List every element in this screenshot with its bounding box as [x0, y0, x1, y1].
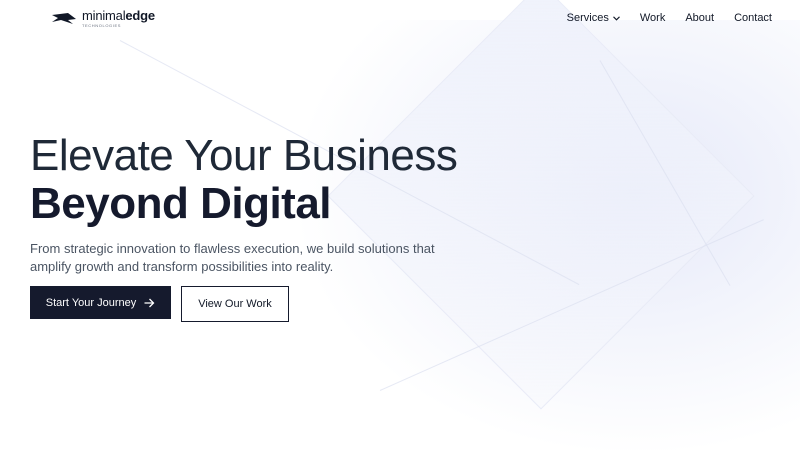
- arrow-right-icon: [144, 298, 155, 307]
- logo-text: minimaledge TECHNOLOGIES: [82, 9, 155, 28]
- page: minimaledge TECHNOLOGIES Services Work A…: [0, 0, 800, 450]
- hero-title-line-1: Elevate Your Business: [30, 131, 458, 180]
- chevron-down-icon: [612, 15, 620, 21]
- start-journey-button[interactable]: Start Your Journey: [30, 286, 171, 319]
- start-journey-label: Start Your Journey: [45, 296, 137, 309]
- site-header: minimaledge TECHNOLOGIES Services Work A…: [0, 0, 800, 38]
- nav-item-work[interactable]: Work: [640, 12, 665, 24]
- nav-item-label: Work: [639, 12, 666, 24]
- nav-item-about[interactable]: About: [685, 12, 714, 24]
- nav-item-services[interactable]: Services: [567, 12, 620, 24]
- nav-item-label: About: [685, 12, 715, 24]
- logo-wordmark: minimaledge: [82, 9, 155, 22]
- logo-word-bold: edge: [125, 8, 155, 23]
- nav-item-label: Services: [566, 12, 609, 24]
- main-nav: Services Work About Contact: [567, 12, 772, 24]
- hero-description: From strategic innovation to flawless ex…: [30, 241, 435, 274]
- hero-section: Elevate Your Business Beyond Digital Fro…: [30, 132, 550, 276]
- nav-item-contact[interactable]: Contact: [734, 12, 772, 24]
- logo-mark-icon: [52, 12, 76, 24]
- nav-item-label: Contact: [734, 12, 772, 24]
- brand-logo[interactable]: minimaledge TECHNOLOGIES: [52, 9, 155, 28]
- cta-buttons: Start Your Journey View Our Work: [30, 286, 289, 322]
- view-work-button[interactable]: View Our Work: [181, 286, 289, 322]
- background-line: [599, 60, 731, 286]
- logo-tagline: TECHNOLOGIES: [82, 23, 121, 28]
- logo-word-regular: minimal: [82, 8, 126, 23]
- hero-title-line-2: Beyond Digital: [30, 179, 332, 228]
